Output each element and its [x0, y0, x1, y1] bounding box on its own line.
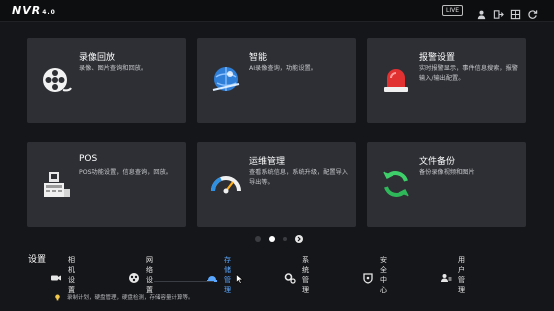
- settings-item-label: 安全中心: [380, 256, 387, 294]
- settings-title: 设置: [28, 255, 47, 265]
- card-playback[interactable]: 录像回放 录像、图片查询和回放。: [27, 38, 186, 123]
- card-title: 报警设置: [419, 53, 456, 63]
- settings-tip: 录制计划，硬盘管理，硬盘检测，存储容量计算等。: [54, 293, 194, 301]
- settings-item-label: 存储管理: [224, 256, 231, 294]
- page-indicator: [255, 235, 303, 243]
- card-alarm[interactable]: 报警设置 实时报警显示，事件信息搜索，报警输入/输出配置。: [367, 38, 526, 123]
- logo: NVR4.0: [12, 4, 56, 17]
- card-pos[interactable]: POS POS功能设置，信息查询，回放。: [27, 142, 186, 227]
- settings-item-security[interactable]: 安全中心: [362, 256, 387, 294]
- settings-item-label: 相机设置: [68, 256, 75, 294]
- logo-version: 4.0: [42, 9, 56, 16]
- next-page-icon[interactable]: [295, 235, 303, 243]
- shield-icon: [362, 269, 374, 284]
- card-description: POS功能设置，信息查询，回放。: [79, 169, 172, 176]
- live-button[interactable]: LIVE: [442, 5, 463, 16]
- lightbulb-icon: [55, 294, 60, 300]
- page-dot[interactable]: [255, 236, 261, 242]
- settings-item-camera[interactable]: 相机设置: [50, 256, 75, 294]
- camera-icon: [50, 269, 62, 281]
- settings-item-label: 系统管理: [302, 256, 309, 294]
- card-description: 录像、图片查询和回放。: [79, 65, 148, 72]
- mouse-cursor-icon: [236, 274, 244, 284]
- page-dot-active[interactable]: [269, 236, 275, 242]
- card-title: 运维管理: [249, 157, 286, 167]
- card-maintenance[interactable]: 运维管理 查看系统信息，系统升级，配置导入导出等。: [197, 142, 356, 227]
- siren-icon: [379, 63, 413, 97]
- user-icon[interactable]: [476, 5, 487, 20]
- settings-item-system[interactable]: 系统管理: [284, 256, 309, 294]
- card-description: 查看系统信息，系统升级，配置导入导出等。: [249, 169, 348, 186]
- film-reel-icon: [39, 63, 73, 97]
- grid-icon[interactable]: [510, 5, 521, 20]
- card-backup[interactable]: 文件备份 备份录像视频和图片: [367, 142, 526, 227]
- exit-icon[interactable]: [493, 5, 504, 19]
- card-smart[interactable]: 智能 AI录像查询，功能设置。: [197, 38, 356, 123]
- card-description: 备份录像视频和图片: [419, 169, 475, 176]
- card-description: AI录像查询，功能设置。: [249, 65, 317, 72]
- card-title: 录像回放: [79, 53, 116, 63]
- sync-icon: [379, 167, 413, 201]
- pos-terminal-icon: [39, 169, 73, 203]
- card-title: 文件备份: [419, 157, 456, 167]
- logo-text: NVR: [12, 4, 42, 17]
- gauge-icon: [209, 167, 243, 201]
- top-icon-group: [476, 4, 538, 20]
- settings-item-storage[interactable]: 存储管理: [206, 256, 231, 294]
- settings-item-label: 网络设置: [146, 256, 153, 294]
- users-icon: [440, 269, 452, 282]
- card-title: POS: [79, 154, 98, 164]
- ai-globe-icon: [209, 63, 243, 97]
- gears-icon: [284, 269, 296, 284]
- settings-item-users[interactable]: 用户管理: [440, 256, 465, 294]
- settings-item-label: 用户管理: [458, 256, 465, 294]
- settings-divider: [154, 281, 214, 282]
- card-title: 智能: [249, 53, 268, 63]
- page-dot[interactable]: [283, 237, 287, 241]
- settings-item-network[interactable]: 网络设置: [128, 256, 153, 294]
- top-bar: NVR4.0 LIVE: [0, 0, 554, 22]
- network-icon: [128, 269, 140, 283]
- settings-tip-text: 录制计划，硬盘管理，硬盘检测，存储容量计算等。: [67, 295, 194, 301]
- card-description: 实时报警显示，事件信息搜索，报警输入/输出配置。: [419, 65, 518, 82]
- storage-icon: [206, 269, 218, 282]
- refresh-icon[interactable]: [527, 5, 538, 19]
